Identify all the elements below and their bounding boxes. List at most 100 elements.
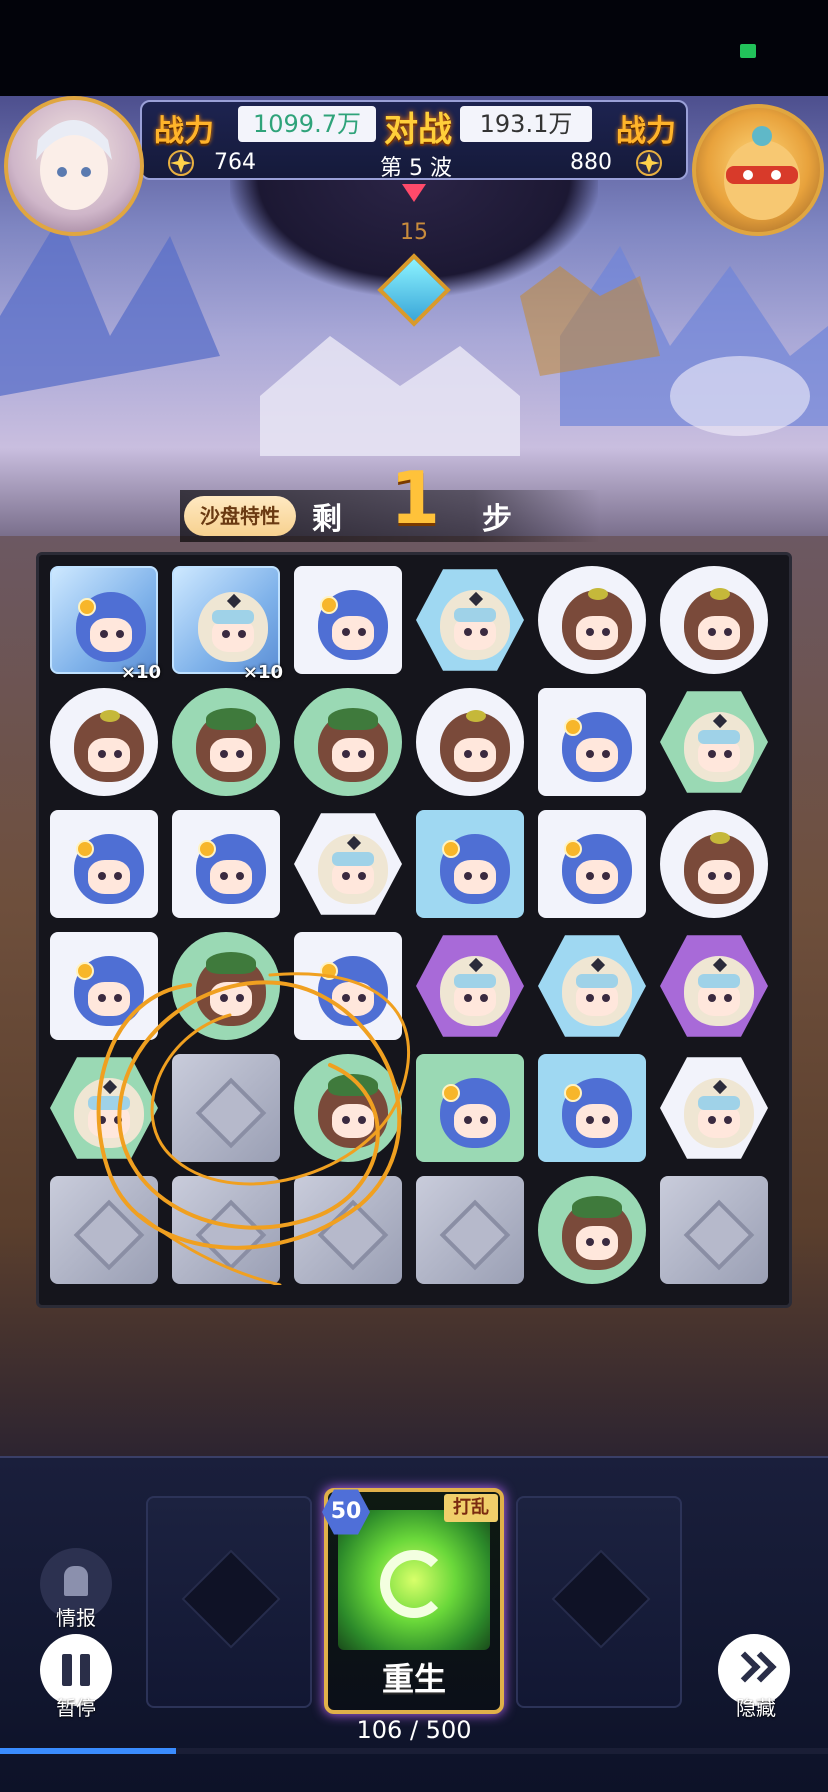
board-cell[interactable] (533, 805, 651, 923)
board-cell[interactable] (167, 805, 285, 923)
veil-hero-icon (440, 956, 510, 1026)
device-status-bar (0, 0, 828, 96)
green-hat-hero-icon (562, 1196, 632, 1270)
empty-skill-slot-right[interactable] (516, 1496, 682, 1708)
board-cell[interactable] (655, 1049, 773, 1167)
board-cell[interactable] (289, 805, 407, 923)
veil-hero-tile (416, 935, 524, 1037)
face-skin (576, 738, 618, 772)
board-cell[interactable] (533, 683, 651, 801)
green-hat-hero-tile (538, 1176, 646, 1284)
enemy-avatar[interactable] (692, 104, 824, 236)
eye (98, 1116, 106, 1124)
veil-hero-icon (562, 956, 632, 1026)
board-cell[interactable] (533, 1171, 651, 1289)
eye (586, 628, 594, 636)
green-hat-hero-icon (196, 952, 266, 1026)
pause-label: 暂停 (56, 1696, 96, 1720)
eye (480, 1116, 488, 1124)
board-cell[interactable] (411, 1049, 529, 1167)
board-cell[interactable] (167, 1049, 285, 1167)
stone-block-icon (73, 1199, 145, 1271)
blue-hair-hero-tile (416, 810, 524, 918)
brown-hair-hero-tile (50, 688, 158, 796)
energy-counter: 106 / 500 (356, 1716, 472, 1744)
board-cell[interactable] (167, 1171, 285, 1289)
veil-hero-icon (684, 956, 754, 1026)
eye (586, 1238, 594, 1246)
veil-hero-tile (294, 813, 402, 915)
board-cell[interactable] (45, 1171, 163, 1289)
score-row: 764 第 5 波 880 (142, 148, 686, 181)
board-cell[interactable] (533, 1049, 651, 1167)
green-hat-icon (206, 708, 256, 730)
board-cell[interactable] (533, 561, 651, 679)
board-cell[interactable] (655, 683, 773, 801)
veil-hero-icon (318, 834, 388, 904)
board-cell[interactable]: ×10 (167, 561, 285, 683)
brown-hair-hero-tile (416, 688, 524, 796)
veil-emblem-icon (712, 1079, 728, 1095)
board-cell[interactable] (167, 683, 285, 801)
veil-emblem-icon (102, 1079, 118, 1095)
board-cell[interactable] (167, 927, 285, 1045)
veil-hero-icon (440, 590, 510, 660)
board-cell[interactable] (655, 805, 773, 923)
green-hat-hero-tile (172, 932, 280, 1040)
blue-hair-hero-icon (562, 834, 632, 904)
board-cell[interactable] (45, 683, 163, 801)
veil-hero-icon (684, 712, 754, 782)
blue-hair-hero-icon (562, 1078, 632, 1148)
board-cell[interactable] (411, 1171, 529, 1289)
board-cell[interactable] (655, 561, 773, 679)
board-cell[interactable] (289, 683, 407, 801)
eye (724, 994, 732, 1002)
board-cell[interactable] (411, 805, 529, 923)
veil-fringe (88, 1096, 130, 1110)
enemy-score: 880 (570, 150, 612, 175)
player-avatar[interactable] (4, 96, 144, 236)
board-cell[interactable] (45, 805, 163, 923)
match-board: ×10 ×10 (36, 552, 792, 1308)
board-cell[interactable] (655, 927, 773, 1045)
face-skin (576, 1104, 618, 1138)
stone-block-icon (317, 1199, 389, 1271)
board-cell[interactable] (411, 561, 529, 679)
eye (724, 1116, 732, 1124)
wave-label: 第 5 波 (380, 156, 452, 181)
brown-hair-hero-tile (660, 810, 768, 918)
empty-skill-slot-left[interactable] (146, 1496, 312, 1708)
eye (464, 994, 472, 1002)
face-skin (88, 860, 130, 894)
board-cell[interactable] (289, 1171, 407, 1289)
eye (342, 994, 350, 1002)
face-skin (332, 616, 374, 650)
stone-block-tile (172, 1054, 280, 1162)
board-cell[interactable] (411, 683, 529, 801)
eye (724, 628, 732, 636)
eye (724, 750, 732, 758)
board-cell[interactable] (45, 1049, 163, 1167)
brown-hair-hero-icon (684, 588, 754, 660)
board-cell[interactable] (289, 1049, 407, 1167)
board-cell[interactable] (289, 561, 407, 679)
steps-prefix: 剩 (312, 502, 342, 537)
board-cell[interactable] (655, 1171, 773, 1289)
sandbox-trait-button[interactable]: 沙盘特性 (184, 496, 296, 536)
board-cell[interactable] (45, 927, 163, 1045)
skill-card-rebirth[interactable]: 50 打乱 重生 (322, 1488, 504, 1714)
veil-hero-tile (172, 566, 280, 674)
veil-fringe (698, 1096, 740, 1110)
eye (114, 872, 122, 880)
blue-hair-hero-tile (294, 566, 402, 674)
board-cell[interactable] (289, 927, 407, 1045)
board-cell[interactable] (411, 927, 529, 1045)
board-cell[interactable] (533, 927, 651, 1045)
blue-hair-hero-icon (318, 956, 388, 1026)
veil-hero-tile (660, 935, 768, 1037)
eye (236, 750, 244, 758)
eye (602, 1116, 610, 1124)
board-cell[interactable]: ×10 (45, 561, 163, 683)
star-coin-icon (168, 150, 194, 176)
eye (220, 750, 228, 758)
